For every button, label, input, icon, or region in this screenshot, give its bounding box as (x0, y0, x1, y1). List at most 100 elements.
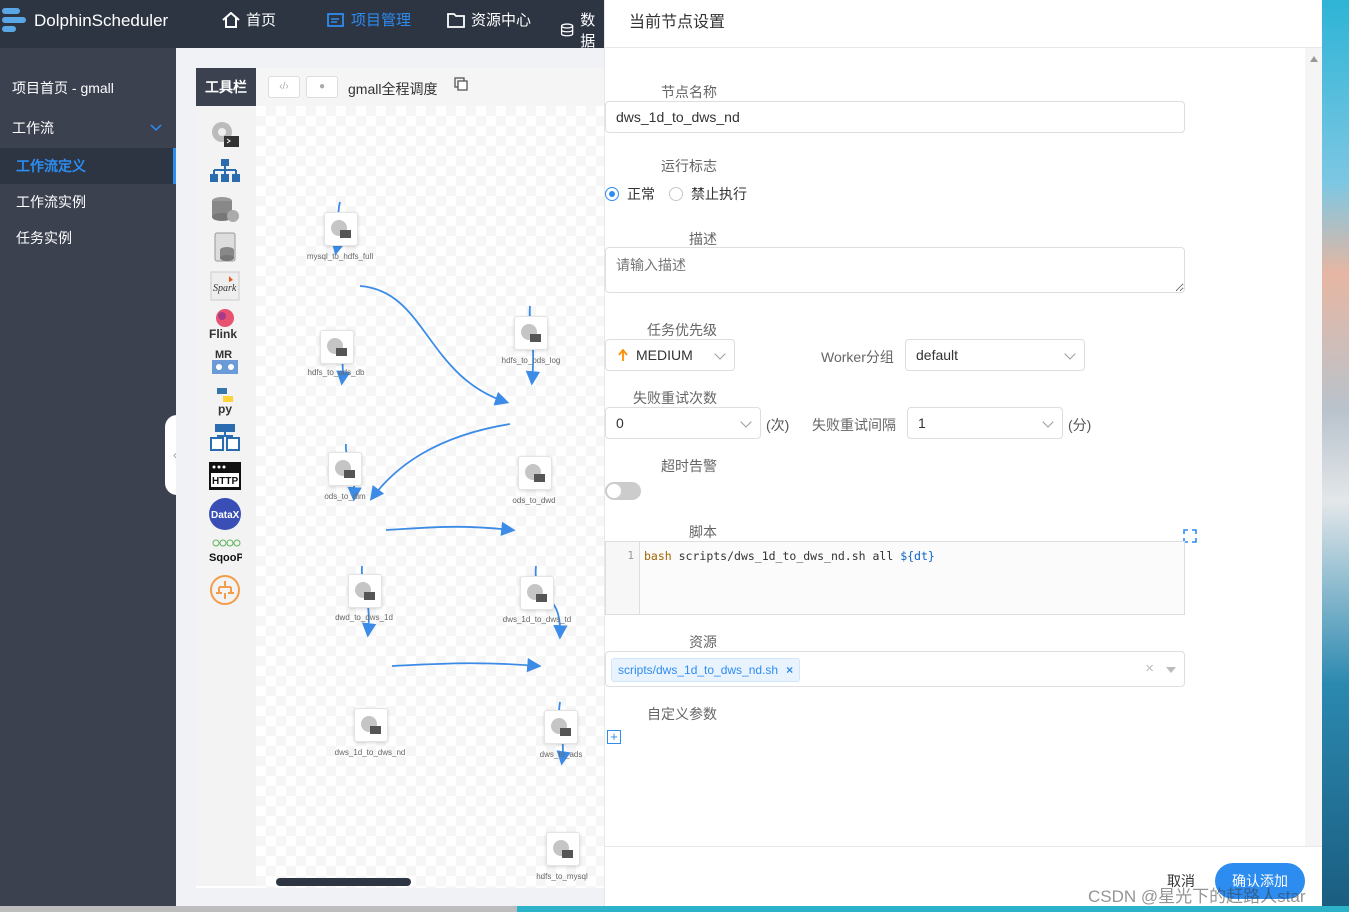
nav-resource-label: 资源中心 (471, 12, 532, 29)
dag-node-label: hdfs_to_ods_db (307, 368, 365, 377)
dependent-tool[interactable] (208, 422, 242, 454)
project-icon (327, 12, 344, 27)
sql-tool[interactable] (208, 232, 242, 264)
dag-node-label: ods_to_dwd (512, 496, 556, 505)
toolbar-title: 工具栏 (196, 68, 256, 106)
flink-tool[interactable]: Flink (208, 308, 242, 341)
tag-close-icon[interactable]: × (786, 663, 793, 677)
nav-resource[interactable]: 资源中心 (447, 9, 531, 30)
app-logo[interactable]: DolphinScheduler (0, 6, 168, 36)
nav-home[interactable]: 首页 (222, 9, 276, 30)
http-icon-text: HTTP (212, 476, 238, 487)
sidebar-item-workflow-definition[interactable]: 工作流定义 (0, 148, 176, 184)
top-navbar: DolphinScheduler 首页 项目管理 资源中心 数据 (0, 0, 604, 51)
canvas-horizontal-scrollbar[interactable] (276, 878, 411, 886)
mr-tool[interactable]: MR (208, 346, 242, 378)
editor-gutter: 1 (606, 542, 640, 614)
desktop-background (1322, 0, 1349, 912)
priority-select[interactable]: MEDIUM (605, 339, 735, 371)
node-name-input[interactable] (605, 101, 1185, 133)
resource-tag-label: scripts/dws_1d_to_dws_nd.sh (618, 663, 779, 677)
datax-icon-text: DataX (211, 510, 240, 521)
sidebar-item-task-instance[interactable]: 任务实例 (0, 220, 176, 256)
conditions-tool[interactable] (208, 574, 242, 606)
sidebar-workflow-label: 工作流 (12, 120, 54, 136)
resource-select[interactable]: scripts/dws_1d_to_dws_nd.sh × × (605, 651, 1185, 687)
node-settings-drawer: 当前节点设置 节点名称 运行标志 正常 禁止执行 描述 任务优先级 MEDIUM… (604, 0, 1323, 912)
chevron-down-icon (714, 348, 726, 360)
dag-node-dwd-to-dws-1d[interactable] (348, 574, 382, 608)
line-number: 1 (627, 549, 634, 562)
shell-icon (212, 122, 239, 147)
clear-icon[interactable]: × (1145, 660, 1154, 677)
flink-icon: Flink (209, 309, 237, 341)
node-name-label: 节点名称 (661, 84, 717, 100)
dag-canvas-panel: 工具栏 Spark Flink MR py HTTP DataX SqooP ‹… (196, 68, 604, 888)
python-icon: py (217, 388, 233, 416)
retry-interval-select[interactable]: 1 (907, 407, 1063, 439)
retry-times-select[interactable]: 0 (605, 407, 761, 439)
mr-icon: MR (212, 349, 238, 374)
dag-node-dws-1d-to-dws-td[interactable] (520, 576, 554, 610)
custom-params-label: 自定义参数 (647, 706, 717, 722)
dag-node-dws-to-ads[interactable] (544, 710, 578, 744)
script-keyword: bash (644, 549, 672, 563)
dag-node-hdfs-to-mysql[interactable] (546, 832, 580, 866)
drawer-scrollbar[interactable] (1305, 48, 1323, 846)
dag-node-ods-to-dim[interactable] (328, 452, 362, 486)
dag-node-label: dws_1d_to_dws_td (502, 615, 572, 624)
shell-task-tool[interactable] (208, 118, 242, 150)
shell-node-icon (527, 584, 547, 602)
resource-tag[interactable]: scripts/dws_1d_to_dws_nd.sh × (611, 658, 801, 682)
sidebar-workflow-group[interactable]: 工作流 (0, 110, 176, 146)
dag-node-dws-1d-to-dws-nd[interactable] (354, 708, 388, 742)
info-icon: ● (318, 81, 326, 92)
dag-node-mysql-to-hdfs-full[interactable] (324, 212, 358, 246)
shell-node-icon (331, 220, 351, 238)
dag-node-hdfs-to-ods-log[interactable] (514, 316, 548, 350)
spark-tool[interactable]: Spark (208, 270, 242, 302)
dag-node-ods-to-dwd[interactable] (518, 456, 552, 490)
dag-node-label: mysql_to_hdfs_full (306, 252, 374, 261)
nav-project[interactable]: 项目管理 (327, 9, 411, 30)
shell-node-icon (551, 718, 571, 736)
info-button[interactable]: ● (306, 76, 338, 98)
nav-home-label: 首页 (246, 12, 277, 29)
worker-group-select[interactable]: default (905, 339, 1085, 371)
timeout-alarm-switch[interactable] (605, 482, 641, 500)
datax-tool[interactable]: DataX (208, 498, 242, 530)
drawer-title: 当前节点设置 (629, 14, 726, 31)
code-view-button[interactable]: ‹/› (268, 76, 300, 98)
description-textarea[interactable] (605, 247, 1185, 293)
sub-process-icon (210, 159, 240, 182)
nav-datasource[interactable]: 数据 (560, 9, 604, 51)
sqoop-tool[interactable]: SqooP (208, 536, 242, 568)
drawer-header: 当前节点设置 (605, 0, 1323, 48)
retry-interval-label: 失败重试间隔 (812, 417, 896, 433)
procedure-tool[interactable] (208, 194, 242, 226)
shell-node-icon (521, 324, 541, 342)
chevron-down-icon (1042, 416, 1054, 428)
dag-node-label: ods_to_dim (324, 492, 366, 501)
http-tool[interactable]: HTTP (208, 460, 242, 492)
worker-group-value: default (916, 347, 959, 363)
scroll-up-icon[interactable] (1310, 56, 1318, 62)
run-flag-normal-label: 正常 (627, 186, 655, 202)
dag-grid[interactable]: mysql_to_hdfs_full hdfs_to_ods_db hdfs_t… (256, 106, 604, 888)
sidebar-item-workflow-instance[interactable]: 工作流实例 (0, 184, 176, 220)
add-param-icon[interactable]: + (607, 730, 621, 744)
run-flag-normal-radio[interactable]: 正常 (605, 184, 655, 204)
python-tool[interactable]: py (208, 384, 242, 416)
run-flag-forbidden-radio[interactable]: 禁止执行 (669, 184, 747, 204)
radio-unchecked-icon (669, 187, 683, 201)
copy-icon[interactable] (454, 77, 468, 91)
sidebar-project-home-label: 项目首页 - gmall (12, 80, 114, 96)
fullscreen-icon[interactable] (1183, 529, 1197, 543)
dag-node-label: hdfs_to_ods_log (501, 356, 561, 365)
script-editor[interactable]: 1 bash scripts/dws_1d_to_dws_nd.sh all $… (605, 541, 1185, 615)
shell-node-icon (361, 716, 381, 734)
sub-process-tool[interactable] (208, 156, 242, 188)
sidebar-project-home[interactable]: 项目首页 - gmall (0, 70, 176, 106)
dag-node-hdfs-to-ods-db[interactable] (320, 330, 354, 364)
edge-n2-n5 (359, 285, 510, 406)
